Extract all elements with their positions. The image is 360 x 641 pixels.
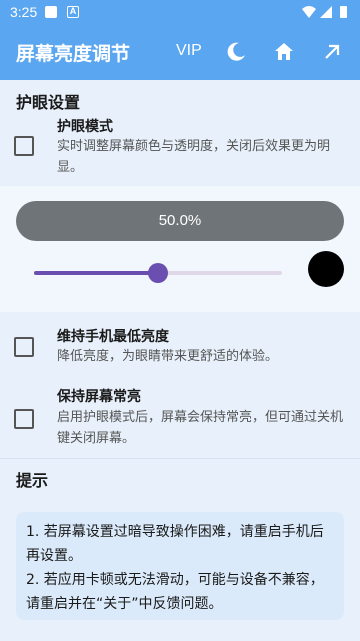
battery-icon	[340, 6, 347, 18]
vip-button[interactable]: VIP	[176, 42, 202, 60]
keep-screen-on-checkbox[interactable]	[14, 409, 34, 429]
option-description: 降低亮度，为眼睛带来更舒适的体验。	[57, 349, 279, 364]
signal-icon	[320, 6, 332, 18]
option-title: 维持手机最低亮度	[57, 329, 169, 345]
option-title: 保持屏幕常亮	[57, 389, 141, 405]
tips-card: 1. 若屏幕设置过暗导致操作困难，请重启手机后再设置。 2. 若应用卡顿或无法滑…	[16, 512, 344, 620]
home-icon[interactable]	[272, 40, 296, 64]
eye-mode-row[interactable]: 护眼模式 实时调整屏幕颜色与透明度，关闭后效果更为明显。	[0, 112, 360, 186]
option-row-min-brightness[interactable]: 维持手机最低亮度 降低亮度，为眼睛带来更舒适的体验。	[0, 318, 360, 378]
opacity-percent-display: 50.0%	[16, 201, 344, 241]
option-row-keep-screen-on[interactable]: 保持屏幕常亮 启用护眼模式后，屏幕会保持常亮，但可通过关机键关闭屏幕。	[0, 380, 360, 456]
eye-mode-checkbox[interactable]	[14, 136, 34, 156]
wifi-icon	[302, 6, 316, 18]
tips-section-title: 提示	[16, 471, 49, 490]
divider	[0, 458, 360, 459]
app-bar: 屏幕亮度调节 VIP	[0, 24, 360, 80]
status-time: 3:25	[10, 4, 38, 20]
notification-icon	[45, 6, 57, 18]
color-picker-swatch[interactable]	[308, 251, 344, 287]
eye-protection-section-title: 护眼设置	[16, 93, 81, 112]
app-title: 屏幕亮度调节	[16, 43, 131, 65]
moon-icon[interactable]	[224, 40, 248, 64]
min-brightness-checkbox[interactable]	[14, 337, 34, 357]
notification-a-icon: A	[67, 6, 79, 18]
option-description: 启用护眼模式后，屏幕会保持常亮，但可通过关机键关闭屏幕。	[57, 410, 344, 446]
system-status-icons	[302, 6, 347, 18]
arrow-up-right-icon[interactable]	[320, 40, 344, 64]
eye-mode-title: 护眼模式	[57, 119, 113, 135]
status-bar: 3:25 A	[0, 0, 360, 24]
opacity-slider-thumb[interactable]	[148, 263, 168, 283]
tip-line: 2. 若应用卡顿或无法滑动，可能与设备不兼容，请重启并在“关于”中反馈问题。	[26, 572, 324, 612]
eye-mode-description: 实时调整屏幕颜色与透明度，关闭后效果更为明显。	[57, 139, 331, 175]
tip-line: 1. 若屏幕设置过暗导致操作困难，请重启手机后再设置。	[26, 524, 324, 564]
opacity-slider-fill	[34, 271, 158, 275]
